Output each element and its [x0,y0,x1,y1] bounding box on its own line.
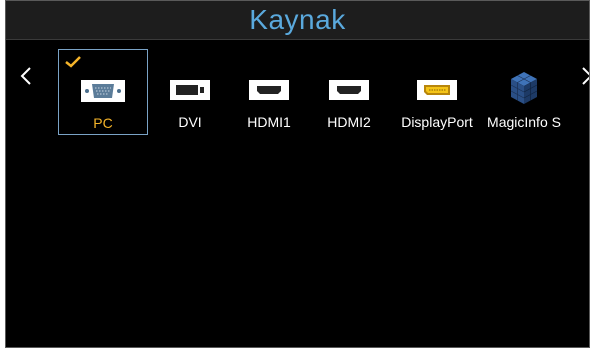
source-label: HDMI2 [327,114,371,130]
source-label: HDMI1 [247,114,291,130]
checkmark-icon [65,56,81,68]
source-screen: Kaynak PC DVI HDMI1 HDMI2 DisplayPort Ma… [5,0,590,348]
hdmi-port-icon [249,80,289,100]
source-item-pc[interactable]: PC [58,49,148,135]
source-label: PC [93,115,113,131]
vga-port-icon [81,80,125,102]
dvi-port-icon [170,80,210,100]
source-label: MagicInfo S [487,114,561,130]
source-label: DVI [178,114,202,130]
source-item-hdmi1[interactable]: HDMI1 [245,49,293,135]
source-label: DisplayPort [401,114,473,130]
source-item-dvi[interactable]: DVI [166,49,214,135]
magicinfo-cube-icon [510,72,538,104]
source-item-hdmi2[interactable]: HDMI2 [325,49,373,135]
hdmi-port-icon [329,80,369,100]
source-list: PC DVI HDMI1 HDMI2 DisplayPort MagicInfo… [6,1,589,141]
source-item-displayport[interactable]: DisplayPort [401,49,473,135]
displayport-icon [417,80,457,100]
source-item-magicinfo[interactable]: MagicInfo S [487,49,561,135]
